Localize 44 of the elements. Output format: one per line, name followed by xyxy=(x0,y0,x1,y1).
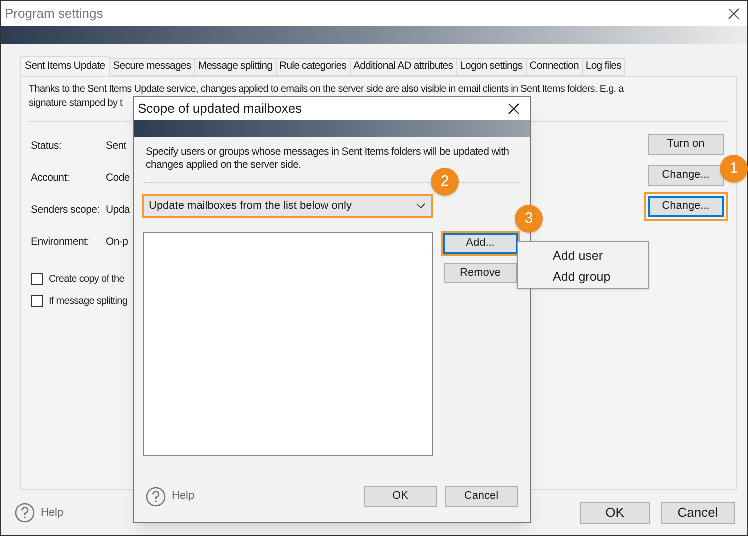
help-link[interactable]: Help xyxy=(172,488,195,505)
cancel-button[interactable]: Cancel xyxy=(661,502,735,524)
description-text: signature stamped by t xyxy=(29,97,122,111)
remove-button[interactable]: Remove xyxy=(444,263,517,283)
tab[interactable]: Log files xyxy=(582,58,626,76)
turn-on-button[interactable]: Turn on xyxy=(648,134,724,155)
add-button[interactable]: Add... xyxy=(443,233,518,254)
ok-button[interactable]: OK xyxy=(364,486,437,507)
checkbox[interactable] xyxy=(31,273,43,285)
close-icon[interactable] xyxy=(728,8,740,20)
change-button[interactable]: Change... xyxy=(648,196,724,217)
change-button[interactable]: Change... xyxy=(648,165,724,186)
checkbox-label: If message splitting xyxy=(49,294,128,308)
field-value: Code xyxy=(106,170,130,186)
help-link[interactable]: Help xyxy=(41,504,64,522)
tab[interactable]: Message splitting xyxy=(195,58,277,76)
help-icon[interactable] xyxy=(146,486,166,506)
field-label: Account: xyxy=(31,170,70,186)
tab[interactable]: Additional AD attributes xyxy=(350,58,458,76)
tab[interactable]: Sent Items Update xyxy=(20,56,110,77)
menu-item[interactable]: Add group xyxy=(518,267,648,288)
field-value: On-p xyxy=(106,234,128,250)
help-icon[interactable] xyxy=(15,503,35,523)
scope-dropdown[interactable]: Update mailboxes from the list below only xyxy=(142,194,433,218)
chevron-down-icon xyxy=(416,203,426,209)
field-label: Status: xyxy=(31,138,63,154)
menu-item[interactable]: Add user xyxy=(518,246,648,267)
tab[interactable]: Connection xyxy=(526,58,583,76)
field-value: Sent xyxy=(106,138,126,154)
close-icon[interactable] xyxy=(508,102,520,114)
window-title: Program settings xyxy=(5,4,104,23)
field-value: Upda xyxy=(106,202,130,218)
tab[interactable]: Logon settings xyxy=(457,58,527,76)
cancel-button[interactable]: Cancel xyxy=(445,486,518,507)
field-label: Environment: xyxy=(31,234,90,250)
tab[interactable]: Secure messages xyxy=(110,58,196,76)
ok-button[interactable]: OK xyxy=(580,502,650,524)
description-text: Thanks to the Sent Items Update service, changes applied to emails on the server side are also visible in email clients in Sent Items folders. E.g. a xyxy=(29,83,624,97)
field-label: Senders scope: xyxy=(31,202,101,218)
step-badge: 1 xyxy=(720,155,748,183)
checkbox-label: Create copy of the xyxy=(49,272,124,286)
dialog-title: Scope of updated mailboxes xyxy=(138,100,302,118)
checkbox[interactable] xyxy=(31,295,43,307)
tab[interactable]: Rule categories xyxy=(276,58,351,76)
